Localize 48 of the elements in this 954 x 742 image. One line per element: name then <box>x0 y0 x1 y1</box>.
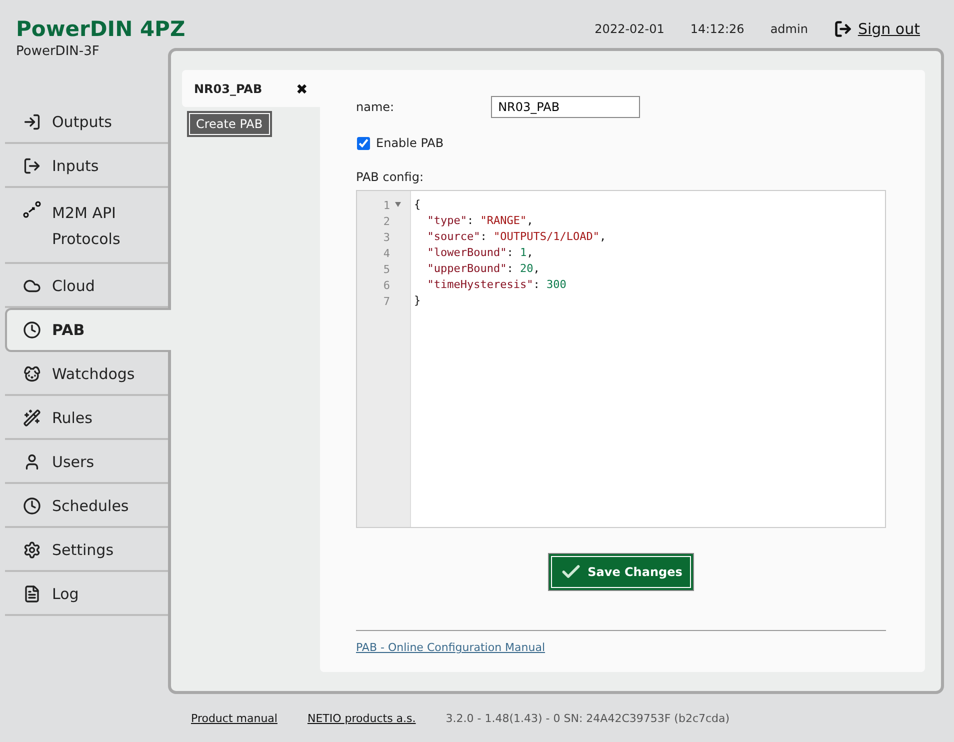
line-number: 4 <box>383 246 390 260</box>
code-line: } <box>414 293 422 309</box>
code-line: "type": "RANGE", <box>426 213 534 229</box>
fold-icon[interactable] <box>395 202 401 207</box>
product-manual-link[interactable]: Product manual <box>191 712 278 725</box>
code-line: "upperBound": 20, <box>426 261 541 277</box>
clock-icon <box>23 497 41 515</box>
username-text: admin <box>770 22 808 36</box>
clock-icon <box>23 321 41 339</box>
date-text: 2022-02-01 <box>594 22 664 36</box>
code-editor[interactable]: 1 2 3 4 5 6 7 { "type": "RANGE", "source": "OUTPUTS/1/LOAD", "lowerBound": 1, "upperBound": 20, "timeHysteresis": 300 } <box>356 190 886 528</box>
line-number: 1 <box>383 198 390 212</box>
pab-tab[interactable]: NR03_PAB ✖ <box>182 70 320 107</box>
sidebar-item[interactable]: PAB <box>5 308 171 352</box>
manual-link[interactable]: PAB - Online Configuration Manual <box>356 641 546 654</box>
line-number: 6 <box>383 278 390 292</box>
enable-checkbox[interactable] <box>357 136 370 150</box>
version-text: 3.2.0 - 1.48(1.43) - 0 SN: 24A42C39753F (b2c7cda) <box>446 712 730 725</box>
line-number: 3 <box>383 230 390 244</box>
arrow-right-icon <box>23 113 41 131</box>
save-changes-button[interactable]: Save Changes <box>548 554 694 590</box>
config-label: PAB config: <box>356 170 424 184</box>
name-field[interactable]: NR03_PAB <box>491 96 640 118</box>
wand-icon <box>23 409 41 427</box>
code-line: "source": "OUTPUTS/1/LOAD", <box>426 229 608 245</box>
product-title: PowerDIN 4PZ <box>16 16 186 42</box>
document-icon <box>23 585 41 603</box>
time-text: 14:12:26 <box>690 22 744 36</box>
name-label: name: <box>356 100 394 114</box>
company-link[interactable]: NETIO products a.s. <box>307 712 416 725</box>
nodes-icon <box>23 201 41 219</box>
pab-name: NR03_PAB <box>194 82 262 96</box>
line-number: 7 <box>383 294 390 308</box>
device-model: PowerDIN-3F <box>16 44 100 59</box>
remove-button[interactable]: ✖ <box>296 81 308 97</box>
sign-out-icon <box>834 20 852 38</box>
sign-out-link[interactable]: Sign out <box>834 20 920 38</box>
dog-icon <box>23 365 41 383</box>
cloud-icon <box>23 277 41 295</box>
line-number: 5 <box>383 262 390 276</box>
settings-icon <box>23 541 41 559</box>
line-number: 2 <box>383 214 390 228</box>
code-line: "timeHysteresis": 300 <box>426 277 568 293</box>
code-line: "lowerBound": 1, <box>426 245 534 261</box>
user-icon <box>23 453 41 471</box>
code-line: { <box>414 197 422 213</box>
create-pab-button[interactable]: Create PAB <box>187 111 272 137</box>
enable-label: Enable PAB <box>376 136 444 150</box>
